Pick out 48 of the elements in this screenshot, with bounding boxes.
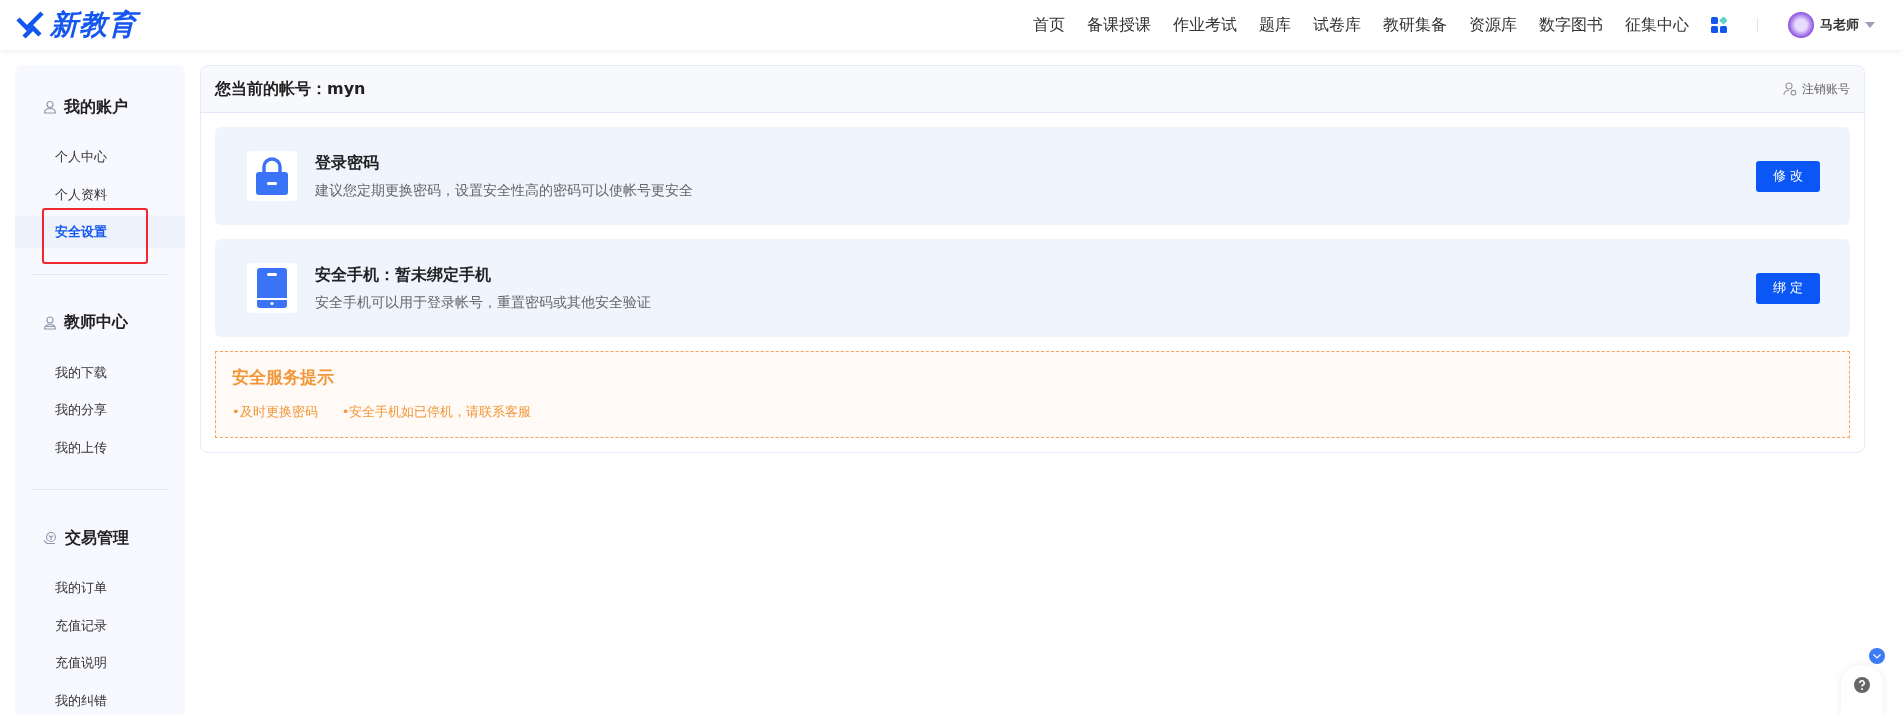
sidebar-item[interactable]: 我的上传 xyxy=(15,431,185,464)
avatar[interactable] xyxy=(1788,12,1814,38)
action-button[interactable]: 修 改 xyxy=(1756,160,1820,192)
sidebar-item[interactable]: 个人资料 xyxy=(15,178,185,211)
user-icon xyxy=(43,100,57,114)
action-button[interactable]: 绑 定 xyxy=(1756,272,1820,304)
card-title: 登录密码 xyxy=(315,152,380,174)
sidebar-item[interactable]: 充值记录 xyxy=(15,609,185,642)
tip-text: •安全手机如已停机，请联系客服 xyxy=(341,403,532,421)
sidebar-item[interactable]: 充值说明 xyxy=(15,647,185,679)
chevron-down-icon[interactable] xyxy=(1873,653,1881,659)
nav-link[interactable]: 作业考试 xyxy=(1173,14,1237,36)
nav-link[interactable]: 数字图书 xyxy=(1539,14,1603,36)
sidebar-group-title: 交易管理 xyxy=(65,527,129,549)
card-description: 建议您定期更换密码，设置安全性高的密码可以使帐号更安全 xyxy=(315,181,694,200)
sidebar-item[interactable]: 我的下载 xyxy=(15,356,185,389)
cancel-account-link[interactable]: 注销账号 xyxy=(1783,80,1850,98)
sidebar-item[interactable]: 我的订单 xyxy=(15,572,185,604)
sidebar-item[interactable]: 我的分享 xyxy=(15,394,185,426)
sidebar-group-title: 教师中心 xyxy=(64,312,128,333)
tip-text: •及时更换密码 xyxy=(232,403,318,421)
apps-icon[interactable] xyxy=(1711,17,1727,33)
logo-mark-icon xyxy=(16,11,44,39)
card-description: 安全手机可以用于登录帐号，重置密码或其他安全验证 xyxy=(315,293,652,312)
nav-link[interactable]: 备课授课 xyxy=(1087,14,1151,36)
help-icon[interactable] xyxy=(1854,677,1870,693)
sidebar-group-title: 我的账户 xyxy=(64,96,128,118)
sidebar-item[interactable]: 安全设置 xyxy=(15,216,185,248)
lock-icon xyxy=(256,157,288,195)
help-widget[interactable] xyxy=(1841,665,1883,715)
user-name[interactable]: 马老师 xyxy=(1820,16,1859,34)
sidebar-item[interactable]: 个人中心 xyxy=(15,141,185,173)
user-icon[interactable] xyxy=(1783,82,1797,96)
tips-title: 安全服务提示 xyxy=(232,366,335,389)
caret-icon[interactable] xyxy=(1865,22,1875,28)
sidebar-item[interactable]: 我的纠错 xyxy=(15,684,185,715)
nav-link[interactable]: 题库 xyxy=(1259,14,1291,36)
card-title: 安全手机：暂未绑定手机 xyxy=(315,264,492,286)
nav-link[interactable]: 首页 xyxy=(1033,14,1065,36)
collapse-badge[interactable] xyxy=(1869,648,1885,664)
phone-icon xyxy=(257,268,287,308)
teacher-icon xyxy=(43,315,57,330)
account-title: 您当前的帐号：myn xyxy=(215,78,366,100)
nav-link[interactable]: 试卷库 xyxy=(1313,14,1361,36)
coin-hand-icon xyxy=(43,531,58,545)
nav-link[interactable]: 征集中心 xyxy=(1625,14,1689,36)
nav-link[interactable]: 教研集备 xyxy=(1383,14,1447,36)
nav-link[interactable]: 资源库 xyxy=(1469,14,1517,36)
